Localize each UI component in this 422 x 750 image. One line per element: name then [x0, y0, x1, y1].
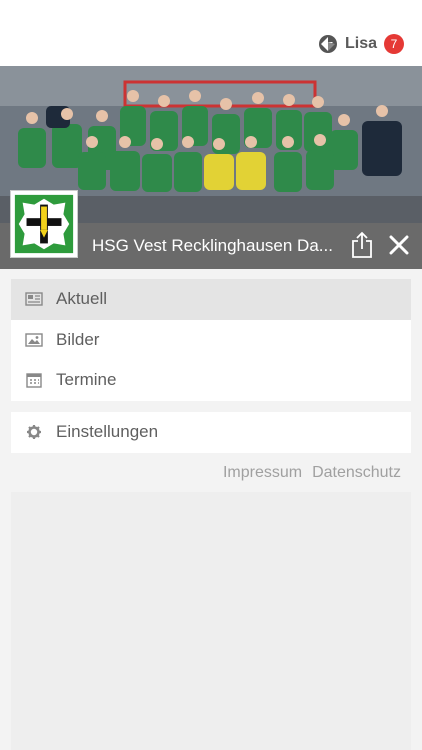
share-icon[interactable]	[350, 231, 374, 259]
club-header: HSG Vest Recklinghausen Da...	[0, 66, 422, 269]
top-bar: Lisa 7	[0, 0, 422, 66]
menu-item-einstellungen[interactable]: Einstellungen	[11, 412, 411, 453]
content-area	[11, 492, 411, 750]
settings-menu: Einstellungen	[11, 412, 411, 453]
user-account[interactable]: Lisa 7	[318, 33, 404, 55]
menu-item-bilder[interactable]: Bilder	[11, 320, 411, 361]
datenschutz-link[interactable]: Datenschutz	[312, 464, 401, 482]
club-crest-logo	[10, 190, 78, 258]
close-icon[interactable]	[388, 234, 410, 256]
gear-icon	[27, 425, 41, 440]
menu-item-aktuell[interactable]: Aktuell	[11, 279, 411, 320]
notification-badge[interactable]: 7	[384, 34, 404, 54]
main-menu: Aktuell Bilder Termine	[11, 279, 411, 401]
app-logo-icon	[318, 35, 337, 53]
menu-label: Aktuell	[56, 289, 108, 309]
club-name: HSG Vest Recklinghausen Da...	[92, 236, 333, 255]
menu-label: Einstellungen	[56, 422, 159, 442]
menu-label: Bilder	[56, 329, 100, 349]
menu-item-termine[interactable]: Termine	[11, 360, 411, 401]
user-name[interactable]: Lisa	[345, 35, 377, 53]
image-icon	[25, 333, 43, 347]
newspaper-icon	[25, 292, 43, 306]
menu-label: Termine	[56, 370, 117, 390]
impressum-link[interactable]: Impressum	[223, 464, 302, 482]
footer-links: Impressum Datenschutz	[223, 464, 401, 482]
calendar-icon	[26, 373, 42, 388]
